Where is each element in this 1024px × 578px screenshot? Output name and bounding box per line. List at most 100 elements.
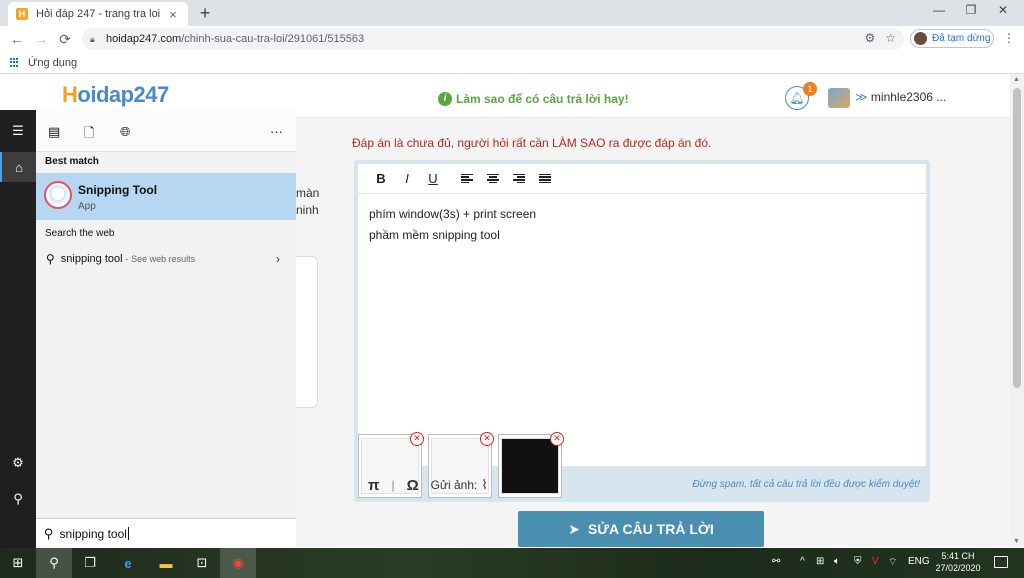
lock-icon: 🔒︎ <box>90 33 95 44</box>
home-icon[interactable]: ⌂ <box>0 152 36 182</box>
editor-textarea[interactable]: phím window(3s) + print screen phầm mềm … <box>358 194 926 498</box>
gear-icon[interactable]: ⚙︎ <box>0 448 36 478</box>
partial-text: ninh <box>296 203 319 217</box>
search-icon[interactable]: ⚲ <box>36 548 72 578</box>
profile-button[interactable]: Đã tạm dừng <box>910 29 994 48</box>
user-avatar[interactable] <box>828 88 850 108</box>
task-view-icon[interactable]: ❐ <box>72 548 108 578</box>
back-arrow-icon[interactable]: ← <box>8 31 26 47</box>
edge-icon[interactable]: e <box>110 548 146 578</box>
search-icon: ⚲ <box>46 252 55 266</box>
tab-close-icon[interactable]: × <box>166 7 180 22</box>
page-scrollbar[interactable]: ▲ ▼ <box>1010 74 1024 547</box>
bold-button[interactable]: B <box>368 169 394 189</box>
editor-line: phím window(3s) + print screen <box>369 207 537 221</box>
windows-start-icon[interactable]: ⊞ <box>0 548 36 578</box>
editor-line: phầm mềm snipping tool <box>369 228 500 242</box>
browser-tabstrip: H Hỏi đáp 247 - trang tra loi × + — ❐ ✕ <box>0 0 1024 26</box>
side-panel <box>296 256 318 408</box>
chrome-icon[interactable]: ◉ <box>220 548 256 578</box>
avatar <box>914 32 927 45</box>
search-filter-bar: ▤ 🗋︎ 🌐︎ ··· <box>36 110 296 152</box>
show-hidden-icon[interactable]: ^ <box>800 556 805 567</box>
special-char-button[interactable]: Ω <box>407 477 419 494</box>
browser-menu-icon[interactable]: ⋮ <box>1003 31 1015 45</box>
scroll-up-icon[interactable]: ▲ <box>1013 76 1020 83</box>
align-center-icon[interactable] <box>480 169 506 189</box>
italic-button[interactable]: I <box>394 169 420 189</box>
send-image-label[interactable]: Gửi ảnh: <box>431 478 478 492</box>
file-explorer-icon[interactable]: ▬ <box>148 548 184 578</box>
forward-arrow-icon[interactable]: → <box>32 31 50 47</box>
people-icon[interactable]: ⚯ <box>772 556 780 567</box>
browser-toolbar: ← → ⟳ 🔒︎ hoidap247.com/chinh-sua-cau-tra… <box>0 26 1024 52</box>
url-path: /chinh-sua-cau-tra-loi/291061/515563 <box>181 33 365 45</box>
apps-filter-icon[interactable]: ▤ <box>48 124 60 140</box>
scroll-down-icon[interactable]: ▼ <box>1013 538 1020 545</box>
start-search-input[interactable]: ⚲ snipping tool <box>36 518 296 548</box>
start-rail: ☰ ⌂ ⚙︎ ⚲ <box>0 110 36 548</box>
minimize-button[interactable]: — <box>924 3 954 17</box>
delete-image-icon[interactable]: ✕ <box>480 432 494 446</box>
more-options-icon[interactable]: ··· <box>270 124 283 139</box>
math-pi-button[interactable]: π <box>368 477 379 494</box>
bookmark-apps[interactable]: Ứng dụng <box>28 57 77 69</box>
best-match-result[interactable]: Snipping Tool App <box>36 173 296 220</box>
notification-center-icon[interactable] <box>994 556 1008 568</box>
address-bar[interactable]: 🔒︎ hoidap247.com/chinh-sua-cau-tra-loi/2… <box>82 28 904 50</box>
bookmarks-bar: Ứng dụng <box>0 52 1024 74</box>
language-indicator[interactable]: ENG <box>908 556 930 567</box>
site-settings-icon[interactable]: ⚙︎ <box>864 31 875 45</box>
align-justify-icon[interactable] <box>532 169 558 189</box>
antivirus-icon[interactable]: V <box>872 556 879 567</box>
underline-button[interactable]: U <box>420 169 446 189</box>
edit-answer-button[interactable]: ➤ SỬA CÂU TRẢ LỜI <box>518 511 764 547</box>
username[interactable]: ≫ minhle2306 ... <box>855 90 946 104</box>
shield-icon[interactable]: ⛨ <box>854 556 862 567</box>
notification-badge: 1 <box>803 82 817 96</box>
documents-filter-icon[interactable]: 🗋︎ <box>84 124 94 146</box>
align-right-icon[interactable] <box>506 169 532 189</box>
chevron-right-icon[interactable]: › <box>276 252 280 266</box>
divider: | <box>391 478 395 492</box>
partial-text: màn <box>296 186 320 200</box>
clock[interactable]: 5:41 CH 27/02/2020 <box>935 550 981 574</box>
bookmark-star-icon[interactable]: ☆ <box>885 31 896 45</box>
taskbar: ⊞ ⚲ ❐ e ▬ ⊡ ◉ ⚯ ^ ⊞ 🔈︎ ⛨ V ⌔ ENG 5:41 CH… <box>0 548 1024 578</box>
tab-title: Hỏi đáp 247 - trang tra loi <box>36 8 161 20</box>
scrollbar-thumb[interactable] <box>1013 88 1021 388</box>
site-favicon-icon: H <box>16 8 28 20</box>
wifi-icon[interactable]: ⌔ <box>888 556 897 569</box>
search-icon: ⚲ <box>44 525 54 541</box>
profile-label: Đã tạm dừng <box>932 33 991 44</box>
chevron-down-icon: ≫ <box>855 90 868 104</box>
close-window-button[interactable]: ✕ <box>988 3 1018 17</box>
howto-link[interactable]: i Làm sao để có câu trả lời hay! <box>438 92 629 106</box>
result-name: Snipping Tool <box>78 183 158 197</box>
delete-image-icon[interactable]: ✕ <box>550 432 564 446</box>
paper-plane-icon: ➤ <box>568 520 581 537</box>
site-logo[interactable]: Hoidap247 <box>62 82 169 108</box>
info-icon: i <box>438 92 452 106</box>
volume-icon[interactable]: 🔈︎ <box>834 556 840 567</box>
web-search-result[interactable]: ⚲ snipping tool - See web results › <box>36 248 296 270</box>
url-host: hoidap247.com <box>106 33 182 45</box>
web-filter-icon[interactable]: 🌐︎ <box>120 124 130 140</box>
feedback-icon[interactable]: ⚲ <box>0 484 36 514</box>
browser-tab[interactable]: H Hỏi đáp 247 - trang tra loi × <box>8 2 188 26</box>
paperclip-icon[interactable]: ⌇ <box>481 477 487 493</box>
snipping-tool-icon <box>44 181 72 209</box>
store-icon[interactable]: ⊡ <box>184 548 220 578</box>
apps-grid-icon[interactable] <box>10 57 20 68</box>
reload-icon[interactable]: ⟳ <box>56 31 74 47</box>
delete-image-icon[interactable]: ✕ <box>410 432 424 446</box>
new-tab-button[interactable]: + <box>195 3 215 24</box>
network-icon[interactable]: ⊞ <box>816 556 824 567</box>
editor-toolbar: B I U <box>358 164 926 194</box>
restore-button[interactable]: ❐ <box>956 3 986 17</box>
search-web-header: Search the web <box>45 228 115 239</box>
align-left-icon[interactable] <box>454 169 480 189</box>
moderation-hint: Đừng spam, tất cả câu trả lời đều được k… <box>692 479 920 490</box>
hamburger-icon[interactable]: ☰ <box>0 116 36 146</box>
start-search-panel: ▤ 🗋︎ 🌐︎ ··· Best match Snipping Tool App… <box>36 110 296 548</box>
